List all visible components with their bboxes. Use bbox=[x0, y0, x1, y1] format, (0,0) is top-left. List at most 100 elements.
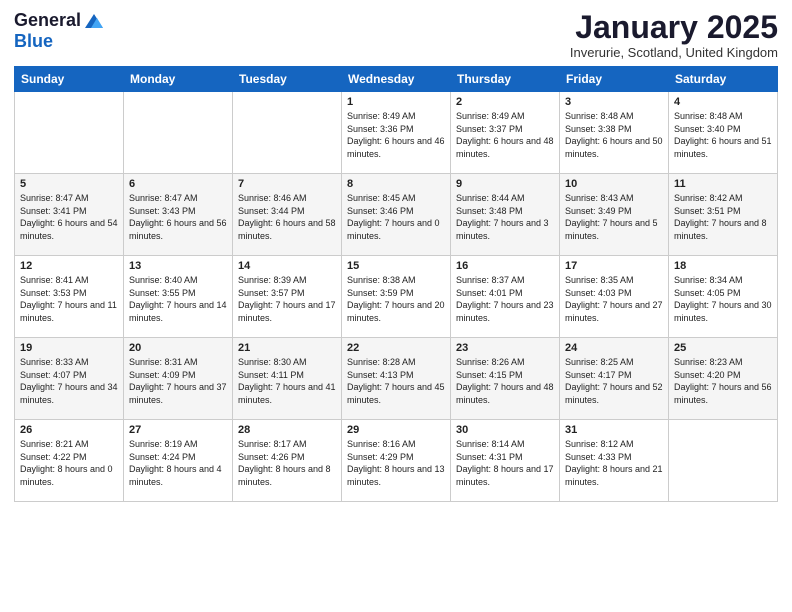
cell-2-3: 15 Sunrise: 8:38 AMSunset: 3:59 PMDaylig… bbox=[342, 256, 451, 338]
day-info: Sunrise: 8:26 AMSunset: 4:15 PMDaylight:… bbox=[456, 356, 554, 406]
cell-3-3: 22 Sunrise: 8:28 AMSunset: 4:13 PMDaylig… bbox=[342, 338, 451, 420]
day-number: 14 bbox=[238, 260, 336, 272]
cell-4-0: 26 Sunrise: 8:21 AMSunset: 4:22 PMDaylig… bbox=[15, 420, 124, 502]
cell-3-6: 25 Sunrise: 8:23 AMSunset: 4:20 PMDaylig… bbox=[669, 338, 778, 420]
header-monday: Monday bbox=[124, 67, 233, 92]
day-number: 13 bbox=[129, 260, 227, 272]
day-info: Sunrise: 8:40 AMSunset: 3:55 PMDaylight:… bbox=[129, 274, 227, 324]
day-info: Sunrise: 8:28 AMSunset: 4:13 PMDaylight:… bbox=[347, 356, 445, 406]
week-row-3: 19 Sunrise: 8:33 AMSunset: 4:07 PMDaylig… bbox=[15, 338, 778, 420]
day-info: Sunrise: 8:19 AMSunset: 4:24 PMDaylight:… bbox=[129, 438, 227, 488]
day-info: Sunrise: 8:39 AMSunset: 3:57 PMDaylight:… bbox=[238, 274, 336, 324]
cell-3-0: 19 Sunrise: 8:33 AMSunset: 4:07 PMDaylig… bbox=[15, 338, 124, 420]
day-number: 10 bbox=[565, 178, 663, 190]
cell-0-2 bbox=[233, 92, 342, 174]
day-info: Sunrise: 8:48 AMSunset: 3:38 PMDaylight:… bbox=[565, 110, 663, 160]
weekday-header-row: Sunday Monday Tuesday Wednesday Thursday… bbox=[15, 67, 778, 92]
subtitle: Inverurie, Scotland, United Kingdom bbox=[570, 45, 778, 60]
cell-0-3: 1 Sunrise: 8:49 AMSunset: 3:36 PMDayligh… bbox=[342, 92, 451, 174]
cell-4-5: 31 Sunrise: 8:12 AMSunset: 4:33 PMDaylig… bbox=[560, 420, 669, 502]
cell-0-1 bbox=[124, 92, 233, 174]
day-info: Sunrise: 8:17 AMSunset: 4:26 PMDaylight:… bbox=[238, 438, 336, 488]
cell-0-6: 4 Sunrise: 8:48 AMSunset: 3:40 PMDayligh… bbox=[669, 92, 778, 174]
day-number: 22 bbox=[347, 342, 445, 354]
day-number: 27 bbox=[129, 424, 227, 436]
week-row-0: 1 Sunrise: 8:49 AMSunset: 3:36 PMDayligh… bbox=[15, 92, 778, 174]
day-info: Sunrise: 8:16 AMSunset: 4:29 PMDaylight:… bbox=[347, 438, 445, 488]
day-info: Sunrise: 8:37 AMSunset: 4:01 PMDaylight:… bbox=[456, 274, 554, 324]
day-number: 3 bbox=[565, 96, 663, 108]
header: General Blue January 2025 Inverurie, Sco… bbox=[14, 10, 778, 60]
cell-0-0 bbox=[15, 92, 124, 174]
cell-4-4: 30 Sunrise: 8:14 AMSunset: 4:31 PMDaylig… bbox=[451, 420, 560, 502]
logo: General Blue bbox=[14, 10, 105, 52]
day-number: 21 bbox=[238, 342, 336, 354]
header-tuesday: Tuesday bbox=[233, 67, 342, 92]
cell-4-6 bbox=[669, 420, 778, 502]
day-number: 26 bbox=[20, 424, 118, 436]
day-number: 25 bbox=[674, 342, 772, 354]
cell-1-4: 9 Sunrise: 8:44 AMSunset: 3:48 PMDayligh… bbox=[451, 174, 560, 256]
day-number: 11 bbox=[674, 178, 772, 190]
cell-1-5: 10 Sunrise: 8:43 AMSunset: 3:49 PMDaylig… bbox=[560, 174, 669, 256]
month-title: January 2025 bbox=[570, 10, 778, 45]
cell-2-1: 13 Sunrise: 8:40 AMSunset: 3:55 PMDaylig… bbox=[124, 256, 233, 338]
page: General Blue January 2025 Inverurie, Sco… bbox=[0, 0, 792, 512]
day-number: 20 bbox=[129, 342, 227, 354]
cell-1-0: 5 Sunrise: 8:47 AMSunset: 3:41 PMDayligh… bbox=[15, 174, 124, 256]
cell-1-2: 7 Sunrise: 8:46 AMSunset: 3:44 PMDayligh… bbox=[233, 174, 342, 256]
day-number: 16 bbox=[456, 260, 554, 272]
day-number: 17 bbox=[565, 260, 663, 272]
day-info: Sunrise: 8:49 AMSunset: 3:36 PMDaylight:… bbox=[347, 110, 445, 160]
day-number: 23 bbox=[456, 342, 554, 354]
calendar: Sunday Monday Tuesday Wednesday Thursday… bbox=[14, 66, 778, 502]
day-info: Sunrise: 8:49 AMSunset: 3:37 PMDaylight:… bbox=[456, 110, 554, 160]
cell-2-0: 12 Sunrise: 8:41 AMSunset: 3:53 PMDaylig… bbox=[15, 256, 124, 338]
day-number: 4 bbox=[674, 96, 772, 108]
day-info: Sunrise: 8:43 AMSunset: 3:49 PMDaylight:… bbox=[565, 192, 663, 242]
day-number: 5 bbox=[20, 178, 118, 190]
day-number: 7 bbox=[238, 178, 336, 190]
day-info: Sunrise: 8:31 AMSunset: 4:09 PMDaylight:… bbox=[129, 356, 227, 406]
cell-1-6: 11 Sunrise: 8:42 AMSunset: 3:51 PMDaylig… bbox=[669, 174, 778, 256]
day-number: 6 bbox=[129, 178, 227, 190]
day-number: 28 bbox=[238, 424, 336, 436]
day-number: 19 bbox=[20, 342, 118, 354]
cell-2-4: 16 Sunrise: 8:37 AMSunset: 4:01 PMDaylig… bbox=[451, 256, 560, 338]
day-number: 24 bbox=[565, 342, 663, 354]
day-number: 9 bbox=[456, 178, 554, 190]
cell-0-4: 2 Sunrise: 8:49 AMSunset: 3:37 PMDayligh… bbox=[451, 92, 560, 174]
week-row-1: 5 Sunrise: 8:47 AMSunset: 3:41 PMDayligh… bbox=[15, 174, 778, 256]
cell-1-1: 6 Sunrise: 8:47 AMSunset: 3:43 PMDayligh… bbox=[124, 174, 233, 256]
cell-2-6: 18 Sunrise: 8:34 AMSunset: 4:05 PMDaylig… bbox=[669, 256, 778, 338]
day-info: Sunrise: 8:33 AMSunset: 4:07 PMDaylight:… bbox=[20, 356, 118, 406]
day-number: 8 bbox=[347, 178, 445, 190]
cell-4-3: 29 Sunrise: 8:16 AMSunset: 4:29 PMDaylig… bbox=[342, 420, 451, 502]
day-info: Sunrise: 8:35 AMSunset: 4:03 PMDaylight:… bbox=[565, 274, 663, 324]
week-row-4: 26 Sunrise: 8:21 AMSunset: 4:22 PMDaylig… bbox=[15, 420, 778, 502]
logo-blue: Blue bbox=[14, 31, 53, 51]
cell-2-5: 17 Sunrise: 8:35 AMSunset: 4:03 PMDaylig… bbox=[560, 256, 669, 338]
day-number: 12 bbox=[20, 260, 118, 272]
day-info: Sunrise: 8:44 AMSunset: 3:48 PMDaylight:… bbox=[456, 192, 554, 242]
day-number: 1 bbox=[347, 96, 445, 108]
day-info: Sunrise: 8:25 AMSunset: 4:17 PMDaylight:… bbox=[565, 356, 663, 406]
day-info: Sunrise: 8:42 AMSunset: 3:51 PMDaylight:… bbox=[674, 192, 772, 242]
day-number: 29 bbox=[347, 424, 445, 436]
cell-3-1: 20 Sunrise: 8:31 AMSunset: 4:09 PMDaylig… bbox=[124, 338, 233, 420]
day-info: Sunrise: 8:47 AMSunset: 3:43 PMDaylight:… bbox=[129, 192, 227, 242]
header-sunday: Sunday bbox=[15, 67, 124, 92]
cell-2-2: 14 Sunrise: 8:39 AMSunset: 3:57 PMDaylig… bbox=[233, 256, 342, 338]
day-number: 30 bbox=[456, 424, 554, 436]
day-number: 2 bbox=[456, 96, 554, 108]
cell-3-2: 21 Sunrise: 8:30 AMSunset: 4:11 PMDaylig… bbox=[233, 338, 342, 420]
day-info: Sunrise: 8:46 AMSunset: 3:44 PMDaylight:… bbox=[238, 192, 336, 242]
day-info: Sunrise: 8:34 AMSunset: 4:05 PMDaylight:… bbox=[674, 274, 772, 324]
week-row-2: 12 Sunrise: 8:41 AMSunset: 3:53 PMDaylig… bbox=[15, 256, 778, 338]
day-info: Sunrise: 8:48 AMSunset: 3:40 PMDaylight:… bbox=[674, 110, 772, 160]
day-info: Sunrise: 8:47 AMSunset: 3:41 PMDaylight:… bbox=[20, 192, 118, 242]
header-thursday: Thursday bbox=[451, 67, 560, 92]
day-info: Sunrise: 8:30 AMSunset: 4:11 PMDaylight:… bbox=[238, 356, 336, 406]
logo-icon bbox=[83, 10, 105, 32]
day-info: Sunrise: 8:41 AMSunset: 3:53 PMDaylight:… bbox=[20, 274, 118, 324]
